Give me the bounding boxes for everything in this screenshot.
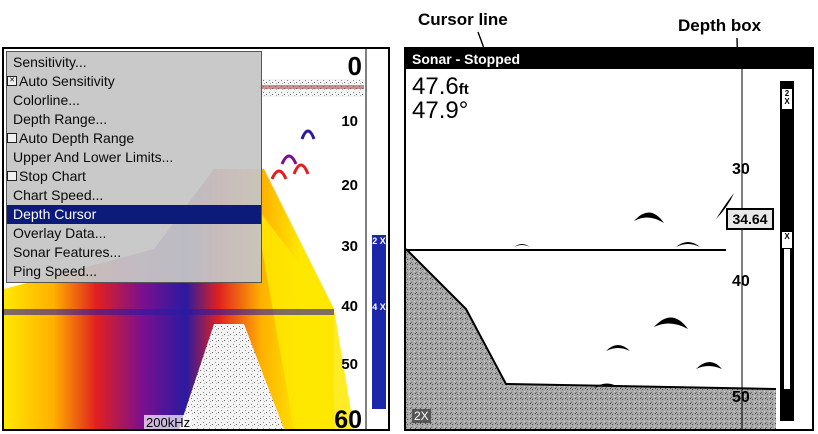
depth-label-40: 40 bbox=[732, 273, 750, 290]
depth-label-30: 30 bbox=[341, 238, 358, 255]
depth-label-0: 0 bbox=[347, 51, 362, 81]
menu-item-depth-cursor[interactable]: Depth Cursor bbox=[7, 205, 261, 224]
frequency-label: 200kHz bbox=[144, 415, 193, 430]
right-sonar-screen: Sonar - Stopped 47.6ft 47.9° 30 40 50 34… bbox=[404, 47, 814, 431]
depth-label-30: 30 bbox=[732, 161, 750, 178]
menu-item-colorline[interactable]: Colorline... bbox=[7, 91, 261, 110]
zoom-level-label: 2X bbox=[412, 409, 431, 423]
menu-item-depth-range[interactable]: Depth Range... bbox=[7, 110, 261, 129]
depth-label-50: 50 bbox=[341, 356, 358, 373]
zoom-range-marker[interactable] bbox=[784, 249, 790, 389]
zoom-2x-indicator: 2 X bbox=[372, 235, 386, 267]
zoom-4x-indicator: 4 X bbox=[372, 301, 386, 333]
sonar-menu: Sensitivity... ✕ Auto Sensitivity Colorli… bbox=[6, 51, 262, 283]
zoom-scale-bar bbox=[372, 259, 386, 409]
depth-label-20: 20 bbox=[341, 177, 358, 194]
menu-item-chart-speed[interactable]: Chart Speed... bbox=[7, 186, 261, 205]
left-sonar-screen: 2 X 4 X 0 10 20 30 40 50 60 200kHz Sensi… bbox=[2, 47, 390, 431]
checkbox-unchecked-icon[interactable] bbox=[7, 171, 17, 182]
depth-label-40: 40 bbox=[341, 298, 358, 315]
depth-label-60: 60 bbox=[334, 406, 362, 431]
zoom-indicator: X bbox=[782, 232, 792, 248]
depth-label-50: 50 bbox=[732, 389, 750, 406]
menu-item-sensitivity[interactable]: Sensitivity... bbox=[7, 53, 261, 72]
checkbox-unchecked-icon[interactable] bbox=[7, 133, 17, 144]
menu-item-overlay-data[interactable]: Overlay Data... bbox=[7, 224, 261, 243]
menu-item-auto-depth-range[interactable]: Auto Depth Range bbox=[7, 129, 261, 148]
menu-item-auto-sensitivity[interactable]: ✕ Auto Sensitivity bbox=[7, 72, 261, 91]
menu-item-ping-speed[interactable]: Ping Speed... bbox=[7, 262, 261, 281]
menu-item-stop-chart[interactable]: Stop Chart bbox=[7, 167, 261, 186]
menu-item-upper-lower-limits[interactable]: Upper And Lower Limits... bbox=[7, 148, 261, 167]
depth-label-10: 10 bbox=[341, 113, 358, 130]
menu-item-sonar-features[interactable]: Sonar Features... bbox=[7, 243, 261, 262]
checkbox-checked-icon[interactable]: ✕ bbox=[7, 76, 17, 87]
zoom-2x-indicator: 2 X bbox=[782, 89, 792, 109]
screen-title: Sonar - Stopped bbox=[406, 49, 812, 69]
temperature-readout: 47.9° bbox=[412, 97, 469, 124]
depth-cursor-box[interactable]: 34.64 bbox=[726, 208, 774, 230]
